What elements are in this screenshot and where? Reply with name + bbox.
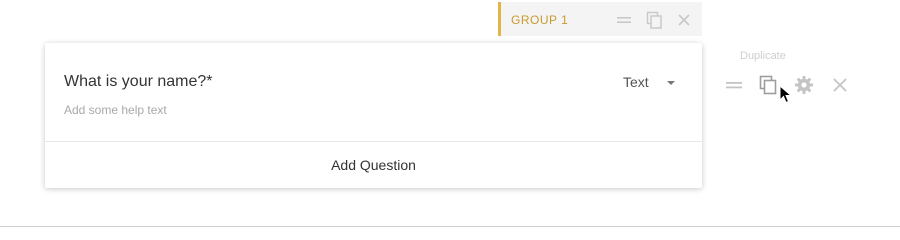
question-type-select[interactable]: Text	[623, 73, 679, 93]
question-card: What is your name?* Add some help text T…	[45, 43, 702, 188]
mouse-cursor-icon	[779, 85, 793, 104]
drag-handle-icon[interactable]	[615, 11, 633, 29]
chevron-down-icon	[667, 81, 675, 85]
question-type-label: Text	[623, 74, 649, 90]
drag-handle-icon[interactable]	[724, 75, 744, 95]
add-question-button[interactable]: Add Question	[45, 142, 702, 188]
question-title[interactable]: What is your name?*	[64, 73, 213, 91]
help-text-field[interactable]: Add some help text	[64, 103, 167, 117]
gear-icon[interactable]	[794, 75, 814, 95]
duplicate-icon[interactable]	[645, 11, 663, 29]
duplicate-icon[interactable]	[758, 75, 778, 95]
group-title: GROUP 1	[511, 13, 569, 27]
duplicate-tooltip: Duplicate	[740, 50, 786, 62]
close-icon[interactable]	[830, 75, 850, 95]
close-icon[interactable]	[675, 11, 693, 29]
page-divider	[0, 226, 900, 227]
group-header[interactable]: GROUP 1	[498, 2, 702, 36]
